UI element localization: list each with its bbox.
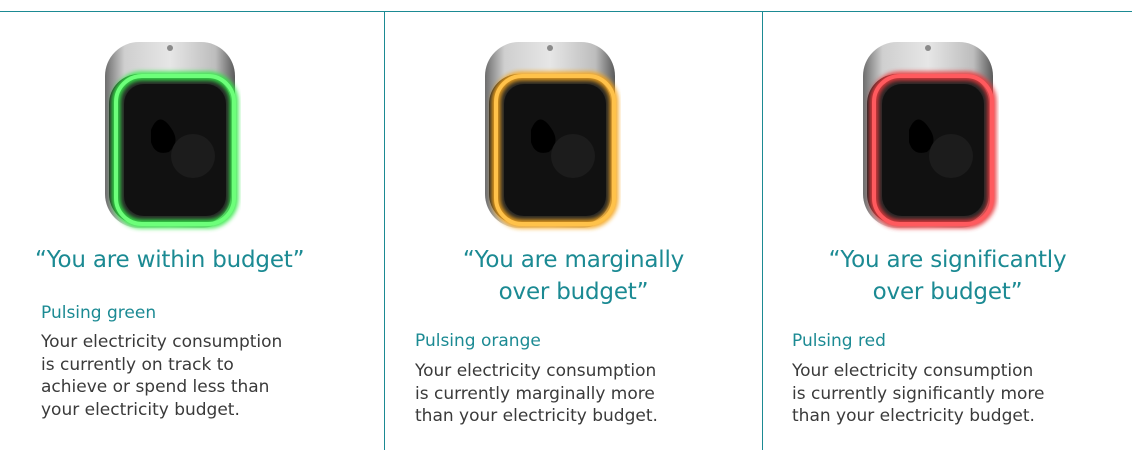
description-line: Your electricity consumption <box>415 361 657 381</box>
heading-line: “You are marginally <box>462 247 685 273</box>
energy-monitor-red-icon <box>863 42 997 229</box>
description-line: than your electricity budget. <box>792 406 1035 426</box>
status-heading: “You are within budget” <box>35 247 305 273</box>
status-heading: “You are significantly over budget” <box>763 244 1132 308</box>
panel-significantly-over-budget: “You are significantly over budget” Puls… <box>763 12 1132 450</box>
description-line: Your electricity consumption <box>41 332 283 352</box>
status-heading: “You are marginally over budget” <box>385 244 762 308</box>
heading-line: over budget” <box>498 279 649 305</box>
energy-monitor-green-icon <box>105 42 239 229</box>
description-line: than your electricity budget. <box>415 406 658 426</box>
light-status-label: Pulsing red <box>792 331 886 351</box>
description-line: is currently marginally more <box>415 383 655 404</box>
description-line: is currently on track to <box>41 354 234 375</box>
light-status-label: Pulsing orange <box>415 331 541 351</box>
heading-line: over budget” <box>872 279 1023 305</box>
energy-monitor-orange-icon <box>485 42 619 229</box>
status-description: Your electricity consumption is currentl… <box>792 360 1092 428</box>
description-line: Your electricity consumption <box>792 361 1034 381</box>
status-description: Your electricity consumption is currentl… <box>41 331 341 421</box>
light-status-label: Pulsing green <box>41 303 157 323</box>
panel-within-budget: “You are within budget” Pulsing green Yo… <box>7 12 384 450</box>
description-line: is currently significantly more <box>792 383 1045 404</box>
description-line: your electricity budget. <box>41 399 240 420</box>
description-line: achieve or spend less than <box>41 377 270 397</box>
heading-line: “You are significantly <box>828 247 1067 273</box>
status-description: Your electricity consumption is currentl… <box>415 360 715 428</box>
panel-marginally-over-budget: “You are marginally over budget” Pulsing… <box>385 12 762 450</box>
